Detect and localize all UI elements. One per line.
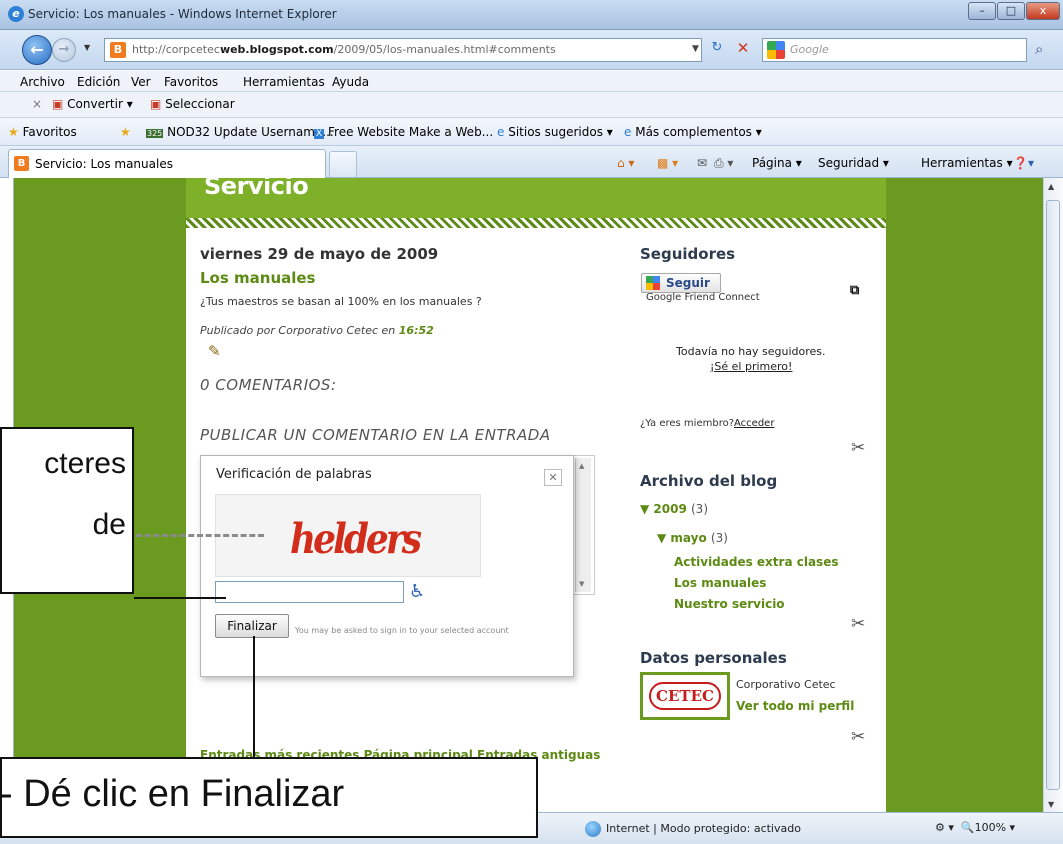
- back-button[interactable]: ←: [22, 35, 52, 65]
- scroll-up-icon[interactable]: ▲: [1048, 182, 1054, 191]
- mail-icon[interactable]: ✉: [697, 156, 707, 170]
- header-border: [186, 218, 886, 228]
- sign-in-note: You may be asked to sign in to your sele…: [295, 626, 509, 635]
- help-icon[interactable]: ❓▾: [1013, 156, 1034, 170]
- internet-zone-icon: [585, 821, 601, 837]
- window-title: Servicio: Los manuales - Windows Interne…: [28, 7, 337, 21]
- menu-ayuda[interactable]: Ayuda: [332, 75, 369, 89]
- no-followers-text: Todavía no hay seguidores.: [676, 345, 826, 358]
- menu-herramientas[interactable]: Herramientas: [243, 75, 325, 89]
- menu-bar: [0, 71, 1063, 92]
- archive-year-2009[interactable]: ▼ 2009 (3): [640, 502, 708, 516]
- archive-post-link[interactable]: Nuestro servicio: [674, 597, 785, 611]
- refresh-icon[interactable]: ↻: [706, 40, 728, 60]
- post-body: ¿Tus maestros se basan al 100% en los ma…: [200, 295, 482, 308]
- zoom-control[interactable]: ⚙ ▾ 🔍100% ▾: [935, 821, 1015, 834]
- sign-in-link[interactable]: Acceder: [734, 418, 774, 429]
- menu-ver[interactable]: Ver: [131, 75, 151, 89]
- favorite-suggested-sites[interactable]: e Sitios sugeridos ▾: [497, 125, 613, 139]
- ie-logo-icon: e: [8, 6, 24, 22]
- accessibility-icon[interactable]: ♿: [409, 581, 425, 602]
- search-icon[interactable]: ⌕: [1035, 40, 1043, 58]
- menu-archivo[interactable]: Archivo: [20, 75, 65, 89]
- post-time-link[interactable]: 16:52: [399, 324, 434, 337]
- comments-heading: 0 COMENTARIOS:: [200, 376, 337, 394]
- home-icon[interactable]: ⌂ ▾: [617, 156, 634, 170]
- menu-favoritos[interactable]: Favoritos: [164, 75, 218, 89]
- rss-feed-icon[interactable]: ▩ ▾: [657, 156, 678, 170]
- captcha-word: helders: [290, 514, 422, 564]
- dialog-close-icon[interactable]: ✕: [544, 469, 562, 486]
- favorite-nod32[interactable]: 325 NOD32 Update Username...: [146, 125, 334, 139]
- favorite-more-addons[interactable]: e Más complementos ▾: [624, 125, 762, 139]
- edit-gadget-icon[interactable]: ✂: [851, 614, 865, 634]
- address-dropdown-icon[interactable]: ▼: [692, 44, 699, 54]
- google-icon: [767, 41, 785, 59]
- annotation-pointer-line: [253, 636, 255, 758]
- favorite-free-website[interactable]: X Free Website Make a Web...: [314, 125, 493, 139]
- blog-title[interactable]: Servicio: [204, 172, 309, 200]
- tab-label: Servicio: Los manuales: [35, 157, 173, 171]
- close-toolbar-icon[interactable]: ×: [32, 97, 42, 111]
- gfc-label: Google Friend Connect: [646, 292, 760, 303]
- annotation-pointer-line: [134, 597, 226, 599]
- maximize-button[interactable]: □: [997, 2, 1025, 20]
- member-question: ¿Ya eres miembro?Acceder: [640, 418, 775, 429]
- gfc-icon: [646, 276, 660, 290]
- post-comment-heading: PUBLICAR UN COMENTARIO EN LA ENTRADA: [200, 426, 551, 444]
- page-menu[interactable]: Página ▾: [752, 156, 802, 170]
- convert-button[interactable]: ▣ Convertir ▾: [52, 97, 133, 111]
- new-tab-button[interactable]: [329, 151, 357, 177]
- scrollbar-thumb[interactable]: [1046, 200, 1060, 790]
- favorites-button[interactable]: ★ Favoritos: [8, 125, 77, 139]
- follow-label: Seguir: [666, 276, 710, 290]
- post-title[interactable]: Los manuales: [200, 269, 316, 287]
- annotation-dashed-line: [136, 534, 264, 537]
- annotation-text: cteres: [44, 447, 126, 480]
- blogger-tab-icon: B: [14, 156, 29, 171]
- address-url[interactable]: http://corpcetecweb.blogspot.com/2009/05…: [132, 43, 556, 56]
- captcha-input[interactable]: [215, 581, 404, 603]
- followers-heading: Seguidores: [640, 245, 736, 263]
- annotation-text: - Dé clic en Finalizar: [0, 773, 345, 815]
- annotation-text: de: [92, 508, 126, 541]
- comment-scroll-up-icon[interactable]: ▲: [579, 462, 584, 470]
- status-zone[interactable]: Internet | Modo protegido: activado: [606, 822, 801, 835]
- edit-pencil-icon[interactable]: ✎: [208, 342, 221, 360]
- security-menu[interactable]: Seguridad ▾: [818, 156, 889, 170]
- post-meta: Publicado por Corporativo Cetec en 16:52: [200, 324, 434, 337]
- archive-post-link[interactable]: Actividades extra clases: [674, 555, 838, 569]
- edit-gadget-icon[interactable]: ✂: [851, 438, 865, 458]
- close-window-button[interactable]: x: [1026, 2, 1060, 20]
- comment-scroll-down-icon[interactable]: ▼: [579, 580, 584, 588]
- finalize-button[interactable]: Finalizar: [215, 614, 289, 638]
- print-icon[interactable]: ⎙ ▾: [714, 156, 733, 171]
- stop-icon[interactable]: ✕: [732, 39, 754, 61]
- menu-edicion[interactable]: Edición: [77, 75, 120, 89]
- archive-month-mayo[interactable]: ▼ mayo (3): [657, 531, 728, 545]
- archive-heading: Archivo del blog: [640, 472, 778, 490]
- profile-name: Corporativo Cetec: [736, 678, 836, 691]
- cetec-logo: CETEC: [649, 682, 721, 710]
- add-favorite-icon[interactable]: ★: [120, 125, 131, 139]
- archive-post-link[interactable]: Los manuales: [674, 576, 766, 590]
- select-button[interactable]: ▣ Seleccionar: [150, 97, 235, 111]
- post-date: viernes 29 de mayo de 2009: [200, 245, 439, 263]
- view-profile-link[interactable]: Ver todo mi perfil: [736, 699, 854, 713]
- history-dropdown-icon[interactable]: ▼: [84, 43, 90, 52]
- personal-data-heading: Datos personales: [640, 649, 787, 667]
- edit-gadget-icon[interactable]: ✂: [851, 727, 865, 747]
- popout-icon[interactable]: ⧉: [850, 283, 859, 298]
- minimize-button[interactable]: –: [968, 2, 996, 20]
- comment-frame-scrollbar[interactable]: [575, 458, 591, 592]
- blogger-favicon-icon: B: [110, 42, 126, 58]
- be-first-link[interactable]: ¡Sé el primero!: [710, 360, 792, 373]
- tools-menu[interactable]: Herramientas ▾: [921, 156, 1013, 170]
- forward-button[interactable]: →: [52, 38, 76, 62]
- scroll-down-icon[interactable]: ▼: [1048, 800, 1054, 809]
- search-placeholder: Google: [790, 43, 829, 56]
- dialog-title: Verificación de palabras: [216, 467, 372, 482]
